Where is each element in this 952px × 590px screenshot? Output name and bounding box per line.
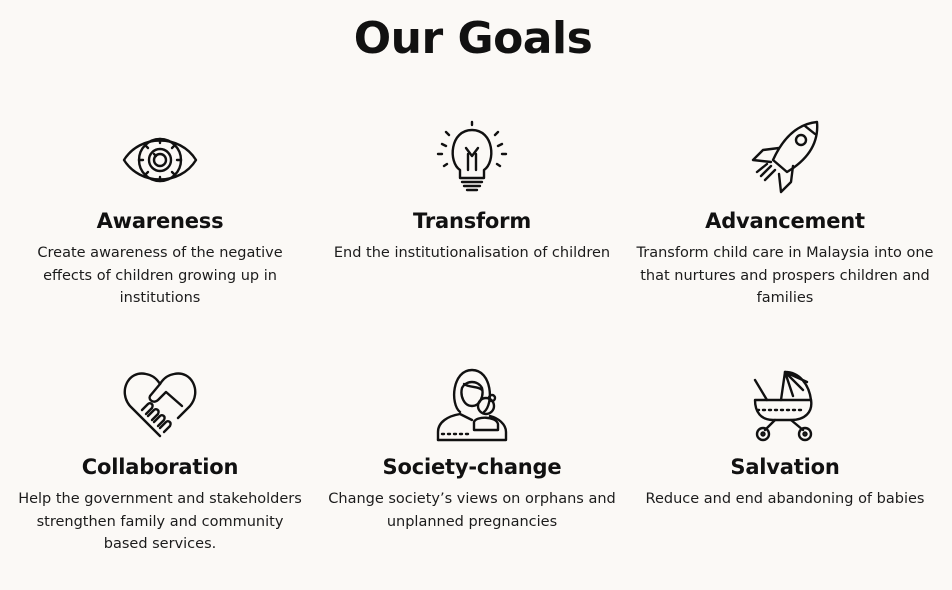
- goal-title: Advancement: [705, 209, 865, 233]
- goal-description: Help the government and stakeholders str…: [18, 491, 302, 553]
- goals-section: Our Goals Awareness Create awareness of …: [0, 0, 952, 590]
- lightbulb-icon: [432, 120, 512, 196]
- baby-stroller-icon: [745, 366, 825, 442]
- page-title: Our Goals: [353, 13, 593, 64]
- goal-title: Society-change: [382, 455, 562, 479]
- goal-card-society-change: Society-change Change society’s views on…: [316, 366, 628, 533]
- goal-description: Change society’s views on orphans and un…: [328, 491, 616, 530]
- goal-card-salvation: Salvation Reduce and end abandoning of b…: [629, 366, 941, 511]
- goal-title: Salvation: [730, 455, 840, 479]
- goal-description: Reduce and end abandoning of babies: [645, 491, 925, 507]
- goal-card-awareness: Awareness Create awareness of the negati…: [4, 120, 316, 310]
- rocket-icon: [745, 120, 825, 196]
- goal-card-advancement: Advancement Transform child care in Mala…: [629, 120, 941, 310]
- goal-description: End the institutionalisation of children: [333, 245, 611, 261]
- goal-description: Transform child care in Malaysia into on…: [636, 245, 934, 307]
- goal-description: Create awareness of the negative effects…: [37, 245, 283, 307]
- goal-card-collaboration: Collaboration Help the government and st…: [4, 366, 316, 556]
- mother-child-icon: [432, 366, 512, 442]
- eye-icon: [120, 120, 200, 196]
- goal-title: Collaboration: [81, 455, 239, 479]
- handshake-heart-icon: [120, 366, 200, 442]
- goal-title: Transform: [413, 209, 531, 233]
- goal-title: Awareness: [96, 209, 224, 233]
- goal-card-transform: Transform End the institutionalisation o…: [316, 120, 628, 265]
